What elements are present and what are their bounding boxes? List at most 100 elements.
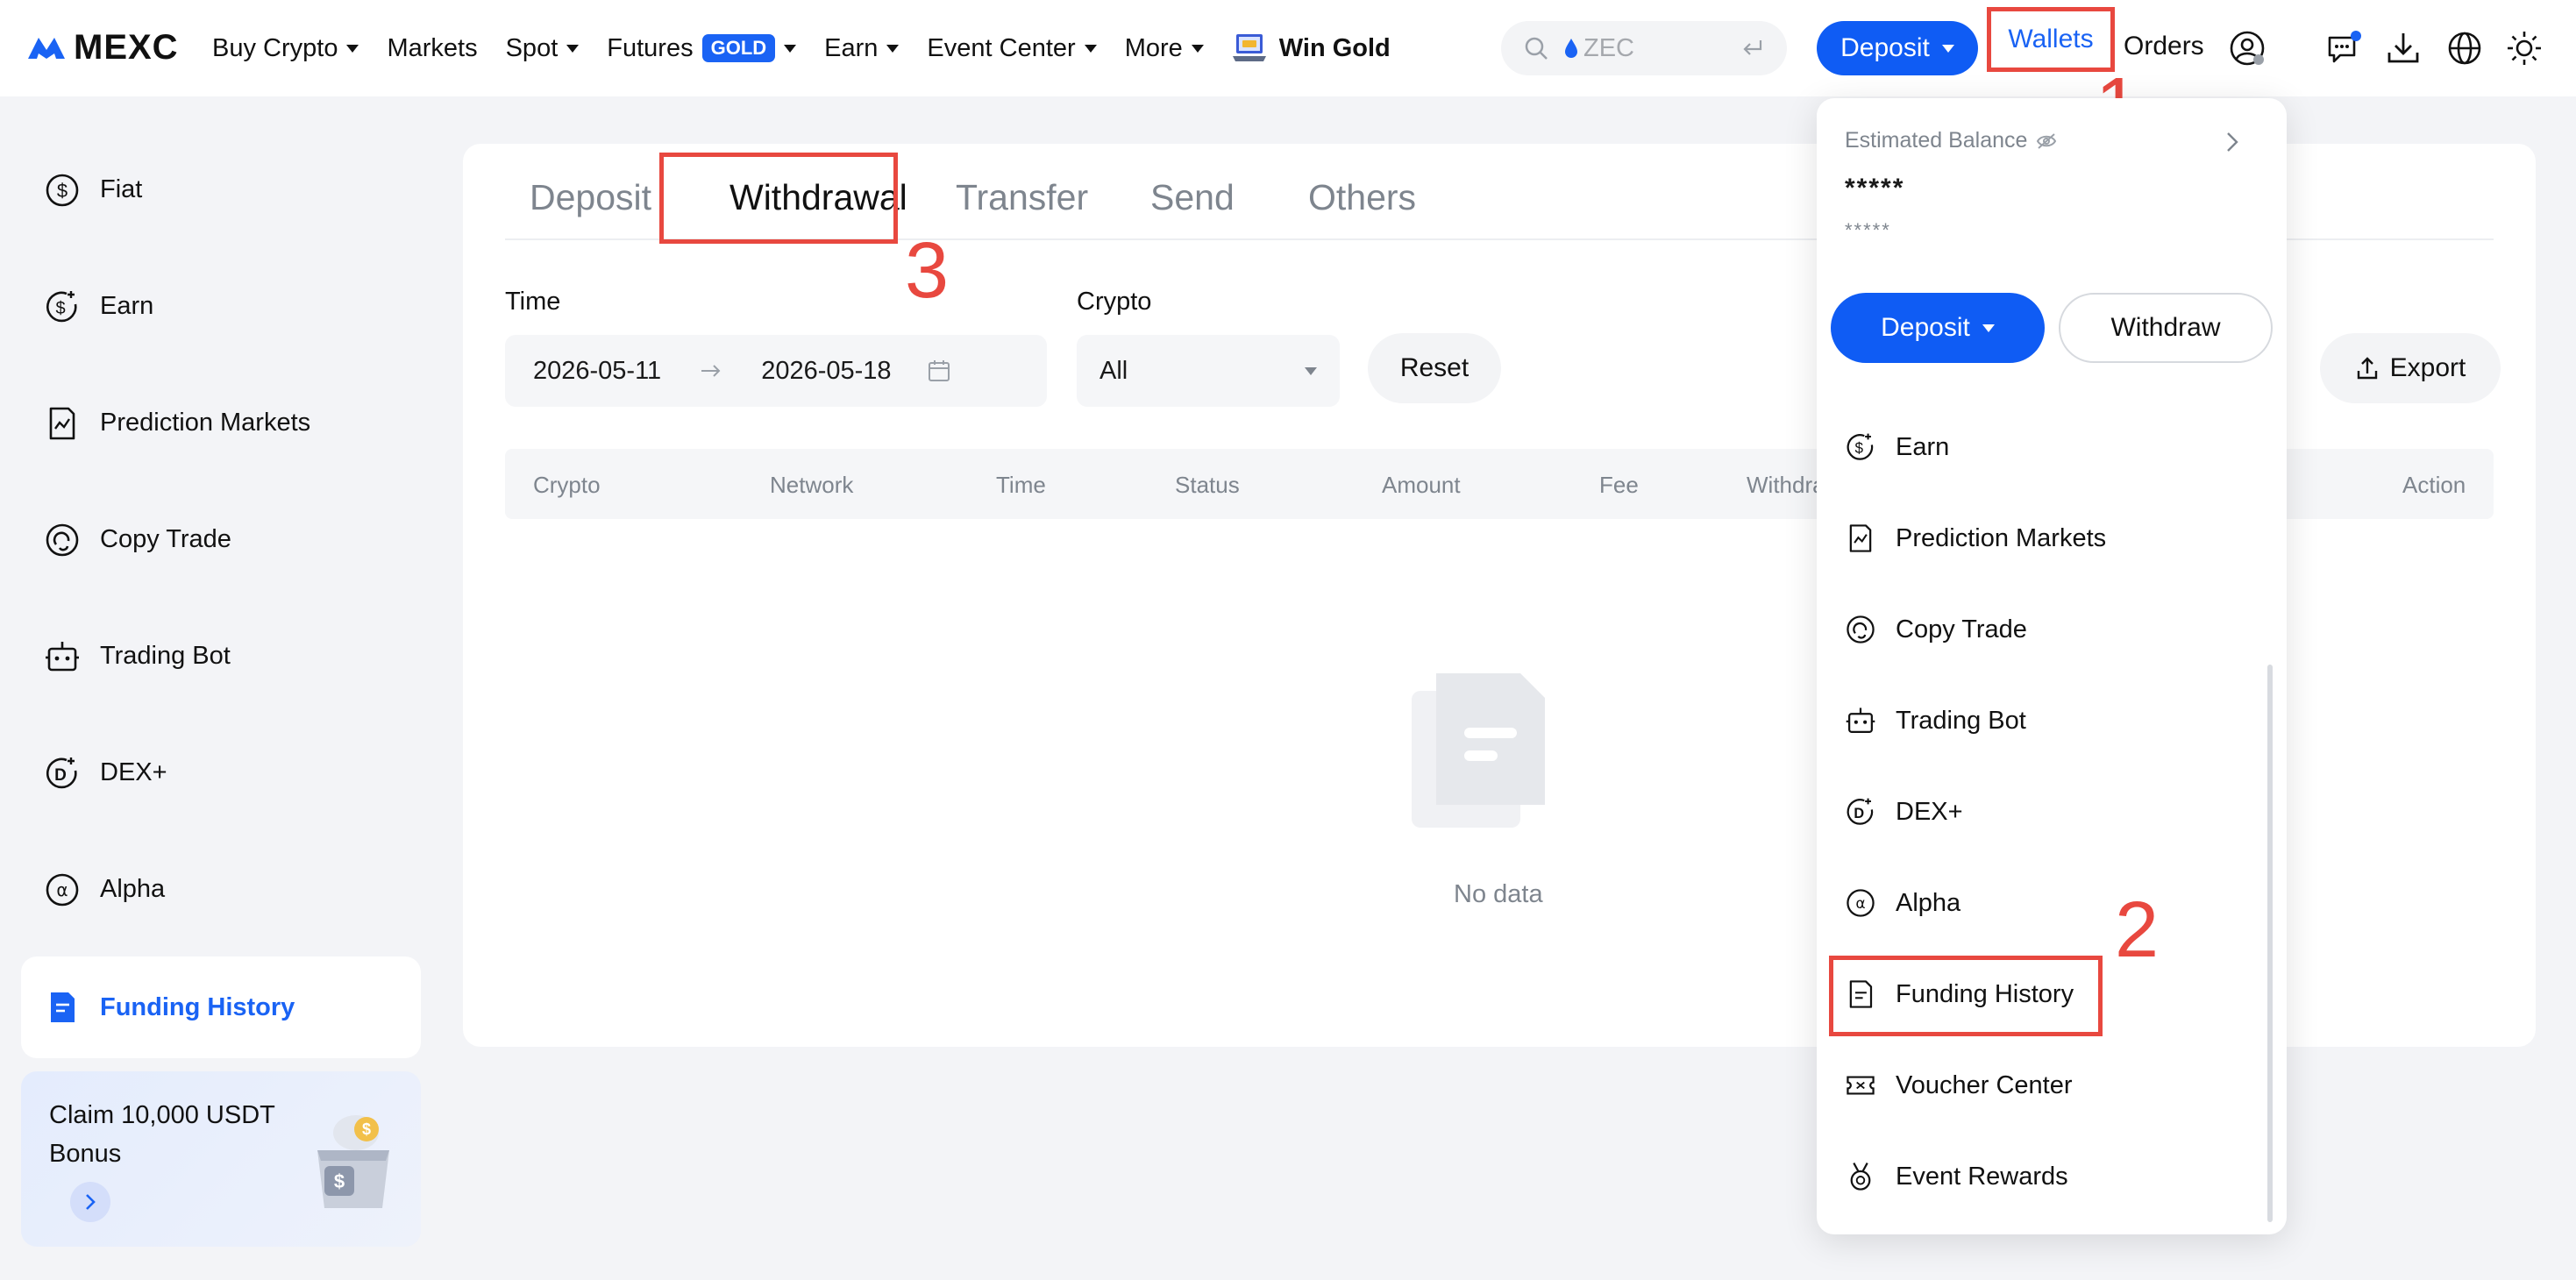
chevron-down-icon (566, 44, 580, 53)
eye-off-icon[interactable] (2036, 132, 2057, 150)
voucher-icon (1847, 1076, 1875, 1095)
svg-text:α: α (1855, 895, 1865, 913)
dropdown-item-dex[interactable]: D DEX+ (1845, 786, 1963, 838)
prediction-icon (1849, 524, 1872, 552)
nav-buy-crypto[interactable]: Buy Crypto (212, 34, 359, 63)
dropdown-item-alpha[interactable]: α Alpha (1845, 877, 1960, 929)
tab-send[interactable]: Send (1150, 177, 1235, 218)
arrow-right-icon (701, 365, 721, 377)
annotation-3: 3 (905, 227, 950, 315)
bot-icon (1846, 708, 1875, 733)
left-sidebar: $ Fiat $ Earn Prediction Markets Copy Tr… (21, 132, 421, 1058)
nav-markets[interactable]: Markets (387, 34, 477, 63)
svg-text:$: $ (55, 299, 65, 318)
dropdown-item-trading-bot[interactable]: Trading Bot (1845, 694, 2026, 747)
sidebar-item-dex[interactable]: D DEX+ (21, 715, 421, 831)
nav-earn[interactable]: Earn (824, 34, 900, 63)
dropdown-item-earn[interactable]: $ Earn (1845, 421, 1949, 473)
laptop-gold-icon (1232, 34, 1266, 61)
nav-spot[interactable]: Spot (506, 34, 580, 63)
sidebar-item-trading-bot[interactable]: Trading Bot (21, 598, 421, 715)
start-date[interactable]: 2026-05-11 (533, 357, 661, 386)
search-icon (1525, 37, 1548, 60)
svg-text:D: D (54, 766, 67, 785)
end-date[interactable]: 2026-05-18 (761, 357, 891, 386)
message-icon[interactable] (2325, 30, 2362, 67)
chevron-down-icon (1941, 44, 1954, 53)
export-button[interactable]: Export (2320, 333, 2501, 403)
gold-badge: GOLD (701, 34, 776, 62)
promo-arrow-button[interactable] (70, 1182, 110, 1222)
dropdown-item-prediction-markets[interactable]: Prediction Markets (1845, 512, 2106, 565)
tab-transfer[interactable]: Transfer (956, 177, 1088, 218)
nav-more[interactable]: More (1125, 34, 1204, 63)
globe-icon[interactable] (2446, 30, 2483, 67)
svg-text:α: α (56, 879, 68, 900)
top-navbar: MEXC Buy Crypto Markets Spot Futures GOLD… (0, 0, 2576, 96)
crypto-select[interactable]: All (1077, 335, 1340, 407)
chevron-down-icon (886, 44, 900, 53)
chevron-right-icon[interactable] (2222, 130, 2243, 154)
dropdown-withdraw-button[interactable]: Withdraw (2059, 293, 2273, 363)
alpha-icon: α (1847, 889, 1875, 917)
dropdown-scrollbar[interactable] (2267, 665, 2273, 1222)
dex-icon: D (1847, 798, 1874, 825)
tab-deposit[interactable]: Deposit (530, 177, 651, 218)
deposit-button[interactable]: Deposit (1817, 21, 1978, 75)
chevron-right-icon (86, 1194, 96, 1210)
nav-futures[interactable]: Futures GOLD (607, 34, 797, 63)
nav-event-center[interactable]: Event Center (927, 34, 1097, 63)
crypto-label: Crypto (1077, 288, 1152, 316)
sidebar-item-earn[interactable]: $ Earn (21, 248, 421, 365)
tab-others[interactable]: Others (1308, 177, 1416, 218)
annotation-box-withdrawal (659, 153, 898, 244)
sidebar-item-fiat[interactable]: $ Fiat (21, 132, 421, 248)
orders-link[interactable]: Orders (2124, 32, 2204, 61)
sidebar-item-copy-trade[interactable]: Copy Trade (21, 481, 421, 598)
svg-text:$: $ (1855, 439, 1864, 457)
dropdown-item-voucher-center[interactable]: Voucher Center (1845, 1059, 2073, 1112)
sidebar-item-prediction-markets[interactable]: Prediction Markets (21, 365, 421, 481)
dropdown-item-event-rewards[interactable]: Event Rewards (1845, 1150, 2068, 1203)
reset-button[interactable]: Reset (1368, 333, 1501, 403)
earn-icon: $ (46, 290, 77, 322)
empty-state-text: No data (1454, 880, 1543, 908)
search-input[interactable]: ZEC (1501, 21, 1787, 75)
dropdown-item-copy-trade[interactable]: Copy Trade (1845, 603, 2027, 656)
column-header: Network (770, 472, 854, 498)
column-header: Fee (1599, 472, 1639, 498)
alpha-icon: α (46, 873, 79, 906)
mexc-logo[interactable]: MEXC (26, 28, 179, 67)
medal-icon (1850, 1163, 1871, 1191)
nav-win-gold[interactable]: Win Gold (1232, 32, 1391, 65)
dex-icon: D (46, 757, 77, 788)
funding-history-icon (51, 992, 75, 1022)
export-icon (2357, 357, 2377, 380)
chevron-down-icon (1191, 44, 1204, 53)
date-range-picker[interactable]: 2026-05-11 2026-05-18 (505, 335, 1047, 407)
svg-text:$: $ (362, 1120, 371, 1138)
svg-text:D: D (1854, 806, 1864, 821)
empty-document-icon (1412, 673, 1545, 828)
user-icon[interactable] (2229, 30, 2266, 67)
balance-masked: ***** (1845, 174, 1905, 203)
bonus-promo-card[interactable]: Claim 10,000 USDT Bonus $ $ (21, 1071, 421, 1247)
sun-icon[interactable] (2506, 30, 2543, 67)
earn-icon: $ (1847, 433, 1874, 460)
column-header: Amount (1382, 472, 1461, 498)
copy-trade-icon (1847, 615, 1875, 644)
column-header: Withdra (1747, 472, 1825, 498)
estimated-balance-label: Estimated Balance (1845, 128, 2057, 153)
dropdown-deposit-button[interactable]: Deposit (1831, 293, 2045, 363)
column-header: Crypto (533, 472, 601, 498)
balance-sub-masked: ***** (1845, 219, 1891, 241)
fiat-icon: $ (46, 174, 79, 206)
download-icon[interactable] (2385, 30, 2422, 67)
chevron-down-icon (1084, 44, 1097, 53)
bot-icon (46, 641, 79, 671)
sidebar-item-funding-history[interactable]: Funding History (21, 956, 421, 1058)
wallets-dropdown: Estimated Balance ***** ***** Deposit Wi… (1817, 98, 2287, 1234)
column-header: Action (2402, 472, 2466, 498)
sidebar-item-alpha[interactable]: α Alpha (21, 831, 421, 948)
mexc-logo-icon (28, 38, 65, 59)
